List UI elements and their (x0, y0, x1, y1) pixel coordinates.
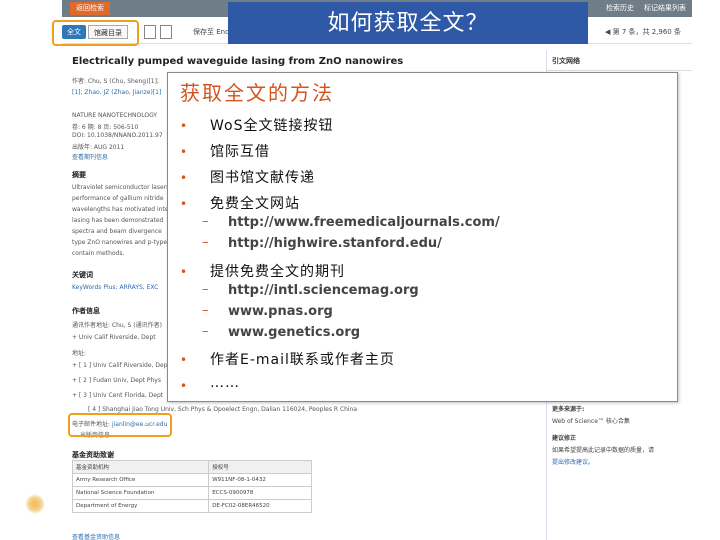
paper-title: Electrically pumped waveguide lasing fro… (72, 56, 404, 67)
free-journal-url[interactable]: www.pnas.org (228, 304, 333, 319)
column-header: 基金资助机构 (71, 460, 210, 474)
table-cell: ECCS-0900978 (208, 486, 312, 500)
abstract-line: wavelengths has motivated inter (72, 206, 171, 213)
suggest-correction-link[interactable]: 提出修改建议。 (552, 457, 692, 466)
methods-panel: 获取全文的方法 • WoS全文链接按钮 • 馆际互借 • 图书馆文献传递 • 免… (167, 72, 678, 402)
method-item: 免费全文网站 (210, 196, 300, 212)
free-site-url[interactable]: http://www.freemedicaljournals.com/ (228, 215, 500, 230)
abstract-line: lasing has been demonstrated (72, 217, 164, 224)
method-item: 馆际互借 (210, 144, 270, 160)
view-journal-link[interactable]: 查看期刊信息 (72, 152, 108, 161)
bullet-icon: • (180, 379, 188, 393)
table-row: National Science Foundation ECCS-0900978 (71, 486, 312, 500)
right-column-info-box: 更多来源于: Web of Science™ 核心合集 建议修正 如果希望提高此… (546, 404, 692, 469)
table-row: Department of Energy DE-FC02-08ER46520 (71, 499, 312, 513)
authors-line-1: 作者: Chu, S (Chu, Sheng)[1]; (72, 78, 159, 85)
dash-icon: – (202, 324, 209, 339)
authors-line-2[interactable]: [1]; Zhao, JZ (Zhao, Jianze)[1] (72, 89, 161, 96)
highlight-box-email (68, 413, 172, 437)
free-journal-url[interactable]: http://intl.sciencemag.org (228, 283, 419, 298)
title-banner: 如何获取全文？ (228, 2, 588, 44)
publication-year: 出版年: AUG 2011 (72, 144, 125, 151)
dash-icon: – (202, 214, 209, 229)
free-site-url[interactable]: http://highwire.stanford.edu/ (228, 236, 442, 251)
bullet-icon: • (180, 171, 188, 185)
suggest-correction-text: 如果希望提高此记录中数据的质量，请 (552, 447, 655, 454)
funding-table: 基金资助机构 授权号 Army Research Office W911NF-0… (71, 460, 312, 513)
bullet-icon: • (180, 197, 188, 211)
reprint-author: 通讯作者地址: Chu, S (通讯作者) (72, 322, 162, 329)
abstract-line: contain methods. (72, 250, 125, 257)
address-line: [ 4 ] Shanghai Jiao Tong Univ, Sch Phys … (88, 406, 358, 413)
citation-network-heading: 引文网络 (546, 50, 692, 71)
affiliation-line[interactable]: + Univ Calif Riverside, Dept (72, 334, 156, 341)
suggest-correction-heading: 建议修正 (552, 435, 577, 442)
method-item: 图书馆文献传递 (210, 170, 315, 186)
highlight-box-fulltext (52, 20, 139, 46)
method-item: …… (210, 375, 240, 391)
table-cell: DE-FC02-08ER46520 (208, 499, 312, 513)
journal-name[interactable]: NATURE NANOTECHNOLOGY (72, 112, 157, 119)
keywords-heading: 关键词 (72, 271, 93, 279)
method-item: WoS全文链接按钮 (210, 118, 334, 134)
table-header-row: 基金资助机构 授权号 (71, 460, 312, 474)
method-item: 作者E-mail联系或作者主页 (210, 352, 395, 368)
dash-icon: – (202, 303, 209, 318)
funding-heading: 基金资助致谢 (72, 451, 114, 459)
table-cell: Army Research Office (71, 473, 210, 487)
method-item: 提供免费全文的期刊 (210, 264, 345, 280)
volume-info: 卷: 6 期: 8 页: 506-510 (72, 124, 139, 131)
keywords-line[interactable]: KeyWords Plus: ARRAYS, EXC (72, 284, 158, 291)
decorative-logo (25, 494, 45, 514)
affiliation-line: 地址: (72, 350, 87, 357)
search-history-link[interactable]: 检索历史 (606, 0, 634, 17)
affiliation-line[interactable]: + [ 3 ] Univ Cent Florida, Dept (72, 392, 163, 399)
table-cell: Department of Energy (71, 499, 210, 513)
funding-info-link[interactable]: 查看基金资助信息 (72, 532, 120, 540)
abstract-line: spectra and beam divergence (72, 228, 162, 235)
affiliation-line[interactable]: + [ 2 ] Fudan Univ, Dept Phys (72, 377, 161, 384)
doi: DOI: 10.1038/NNANO.2011.97 (72, 132, 163, 139)
author-info-heading: 作者信息 (72, 307, 100, 315)
more-from-heading: 更多来源于: (552, 406, 585, 413)
bullet-icon: • (180, 265, 188, 279)
record-navigation[interactable]: ◀ 第 7 条，共 2,960 条 (600, 25, 686, 39)
table-row: Army Research Office W911NF-08-1-0432 (71, 473, 312, 487)
abstract-line: performance of gallium nitride (72, 195, 164, 202)
affiliation-line[interactable]: + [ 1 ] Univ Calif Riverside, Dep (72, 362, 167, 369)
marked-list-link[interactable]: 标记结果列表 (644, 0, 686, 17)
top-links: 检索历史 标记结果列表 (606, 0, 686, 17)
table-cell: National Science Foundation (71, 486, 210, 500)
dash-icon: – (202, 235, 209, 250)
right-column: 引文网络 (546, 50, 692, 71)
banner-title: 如何获取全文？ (327, 11, 489, 36)
back-to-search-tab[interactable]: 返回检索 (70, 2, 110, 15)
dash-icon: – (202, 282, 209, 297)
panel-title: 获取全文的方法 (180, 81, 334, 105)
abstract-heading: 摘要 (72, 171, 86, 179)
print-icon[interactable] (144, 25, 156, 39)
source-collection: Web of Science™ 核心合集 (552, 418, 630, 425)
abstract-line: Ultraviolet semiconductor lasers (72, 184, 170, 191)
bullet-icon: • (180, 119, 188, 133)
table-cell: W911NF-08-1-0432 (208, 473, 312, 487)
bullet-icon: • (180, 145, 188, 159)
email-icon[interactable] (160, 25, 172, 39)
bullet-icon: • (180, 353, 188, 367)
free-journal-url[interactable]: www.genetics.org (228, 325, 360, 340)
column-header: 授权号 (208, 460, 312, 474)
abstract-line: type ZnO nanowires and p-type (72, 239, 168, 246)
